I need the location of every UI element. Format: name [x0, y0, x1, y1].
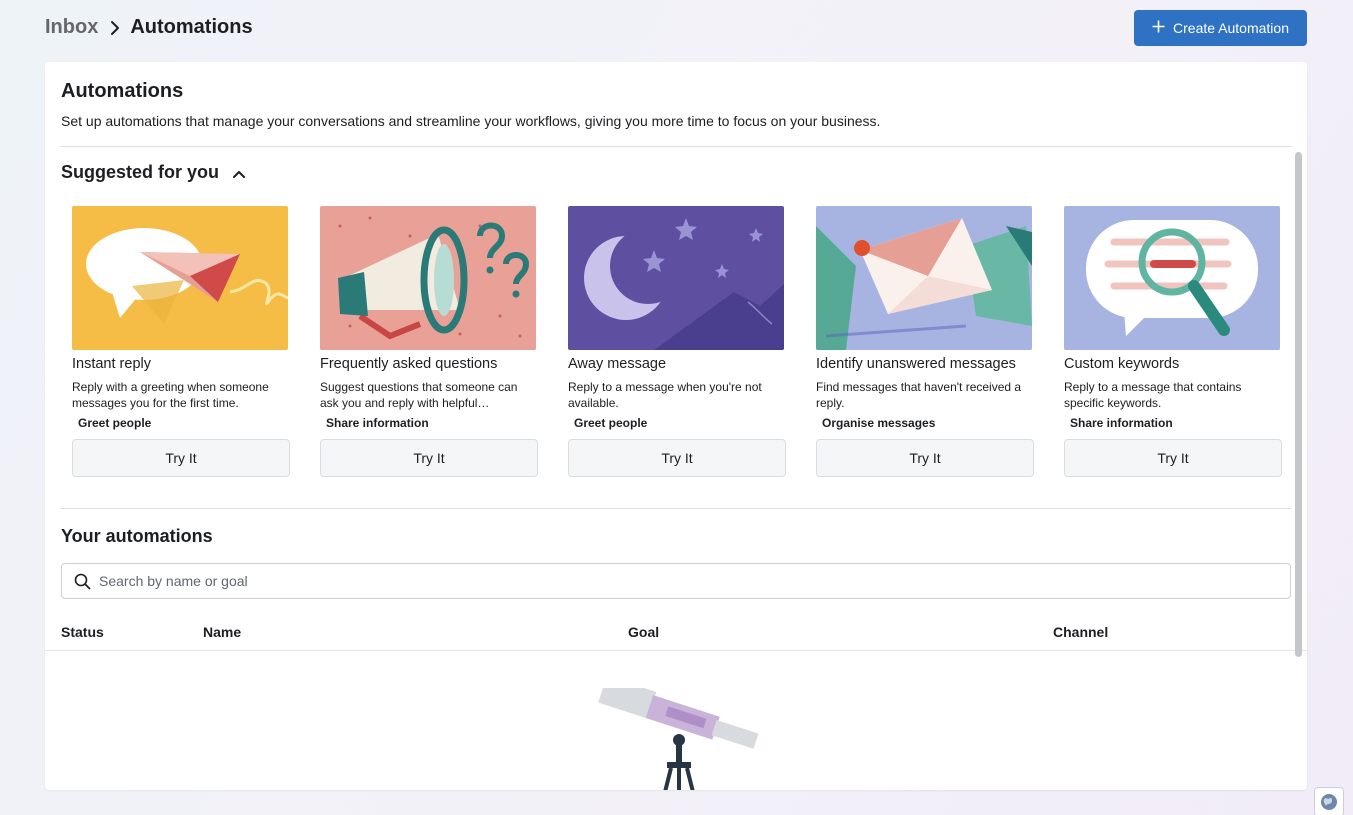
card-away-message[interactable]: Away message Reply to a message when you…	[568, 206, 786, 477]
panel-description: Set up automations that manage your conv…	[61, 113, 881, 129]
megaphone-icon	[320, 206, 536, 350]
card-description: Reply to a message that contains specifi…	[1064, 380, 1242, 410]
card-title: Custom keywords	[1064, 356, 1180, 372]
column-header-goal[interactable]: Goal	[628, 624, 659, 640]
suggested-heading[interactable]: Suggested for you	[61, 162, 246, 183]
card-title: Away message	[568, 356, 667, 372]
card-title: Frequently asked questions	[320, 356, 498, 372]
breadcrumb-inbox[interactable]: Inbox	[45, 16, 98, 39]
card-custom-keywords[interactable]: Custom keywords Reply to a message that …	[1064, 206, 1282, 477]
card-goal-tag: Greet people	[78, 416, 152, 430]
plus-icon	[1152, 20, 1165, 36]
scrollbar-thumb[interactable]	[1295, 152, 1302, 657]
try-it-button[interactable]: Try It	[320, 439, 538, 477]
suggested-heading-label: Suggested for you	[61, 162, 220, 182]
your-automations-heading-label: Your automations	[61, 526, 213, 546]
card-goal-tag: Greet people	[574, 416, 648, 430]
card-faq[interactable]: Frequently asked questions Suggest quest…	[320, 206, 538, 477]
column-header-channel[interactable]: Channel	[1053, 624, 1108, 640]
card-description: Suggest questions that someone can ask y…	[320, 380, 518, 410]
card-title: Instant reply	[72, 356, 151, 372]
column-header-name[interactable]: Name	[203, 624, 241, 640]
search-box[interactable]	[61, 563, 1291, 599]
paper-plane-icon	[72, 206, 288, 350]
top-bar: Inbox Automations Create Automation	[45, 10, 1307, 46]
create-automation-label: Create Automation	[1173, 20, 1289, 36]
card-instant-reply[interactable]: Instant reply Reply with a greeting when…	[72, 206, 290, 477]
divider	[61, 508, 1291, 509]
scrollbar[interactable]	[1294, 152, 1303, 660]
card-goal-tag: Organise messages	[822, 416, 936, 430]
globe-icon	[1321, 794, 1337, 810]
card-description: Reply to a message when you're not avail…	[568, 380, 762, 410]
automations-panel: Automations Set up automations that mana…	[45, 62, 1307, 790]
panel-title: Automations	[61, 80, 184, 102]
globe-button[interactable]	[1314, 787, 1344, 815]
table-header-divider	[45, 650, 1307, 651]
create-automation-button[interactable]: Create Automation	[1134, 10, 1307, 46]
try-it-button[interactable]: Try It	[72, 439, 290, 477]
search-icon	[74, 573, 91, 590]
telescope-icon	[598, 688, 759, 790]
breadcrumb: Inbox Automations	[45, 16, 253, 39]
divider	[61, 146, 1291, 147]
try-it-button[interactable]: Try It	[816, 439, 1034, 477]
your-automations-heading: Your automations	[61, 526, 213, 547]
card-goal-tag: Share information	[326, 416, 429, 430]
card-goal-tag: Share information	[1070, 416, 1173, 430]
card-description: Reply with a greeting when someone messa…	[72, 380, 269, 410]
magnifier-icon	[1064, 206, 1280, 350]
envelope-icon	[816, 206, 1032, 350]
page-title: Automations	[130, 16, 253, 38]
card-unanswered-messages[interactable]: Identify unanswered messages Find messag…	[816, 206, 1034, 477]
moon-icon	[568, 206, 784, 350]
card-description: Find messages that haven't received a re…	[816, 380, 1022, 410]
try-it-button[interactable]: Try It	[568, 439, 786, 477]
card-title: Identify unanswered messages	[816, 356, 1016, 372]
chevron-right-icon	[110, 20, 120, 36]
search-input[interactable]	[99, 566, 1290, 596]
column-header-status[interactable]: Status	[61, 624, 104, 640]
try-it-button[interactable]: Try It	[1064, 439, 1282, 477]
chevron-up-icon[interactable]	[233, 162, 246, 183]
